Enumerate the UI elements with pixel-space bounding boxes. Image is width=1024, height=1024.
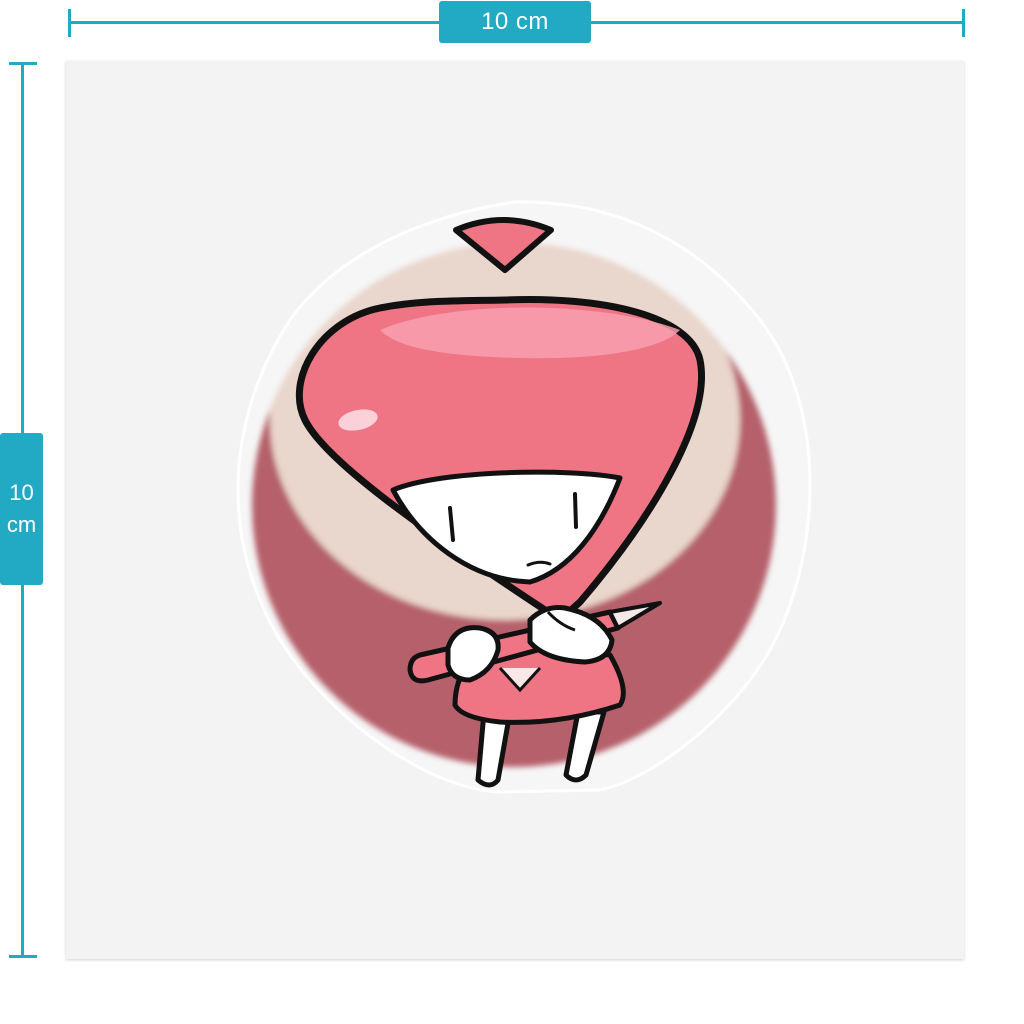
height-dimension-tick-top bbox=[9, 62, 37, 65]
height-dimension-label: 10 cm bbox=[0, 433, 43, 585]
height-label-value: 10 bbox=[9, 480, 34, 505]
sticker-artwork bbox=[236, 200, 812, 794]
width-dimension-tick-right bbox=[962, 9, 965, 37]
width-dimension-label: 10 cm bbox=[439, 1, 591, 43]
height-dimension-tick-bottom bbox=[9, 955, 37, 958]
width-label-text: 10 cm bbox=[481, 8, 549, 35]
right-eye bbox=[573, 492, 578, 529]
sticker-sheet bbox=[66, 61, 964, 959]
width-dimension-tick-left bbox=[68, 9, 71, 37]
height-label-unit: cm bbox=[6, 512, 37, 537]
